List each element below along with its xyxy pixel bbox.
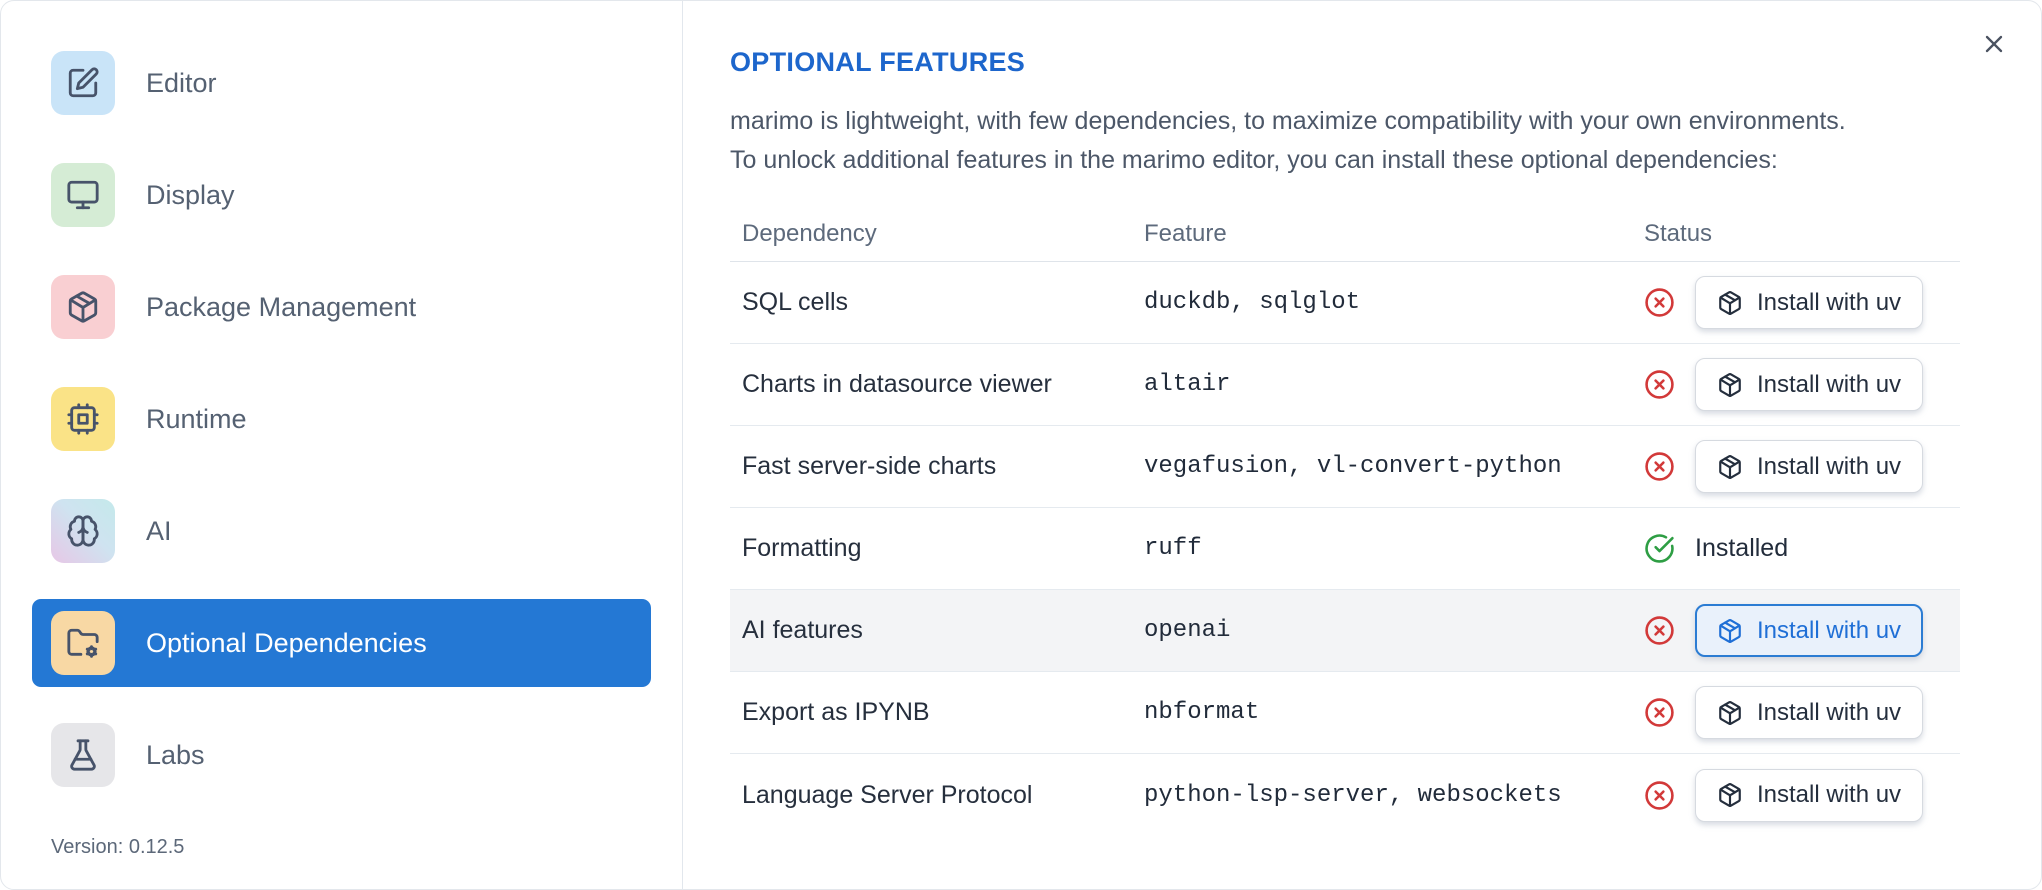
features-table-body: SQL cells duckdb, sqlglot Install with uv C… [730,262,1960,836]
feature-cell: openai [1144,617,1231,644]
table-row-sql-cells: SQL cells duckdb, sqlglot Install with uv [730,262,1960,344]
status-cell: Installed [1644,533,1960,564]
circle-x-icon [1644,369,1675,400]
status-cell: Install with uv [1644,768,1960,822]
brain-icon [51,499,115,563]
optional-features-panel: OPTIONAL FEATURES marimo is lightweight,… [683,1,2041,889]
sidebar-item-labs[interactable]: Labs [32,711,651,799]
sidebar-item-label: Display [146,179,235,210]
feature-cell: python-lsp-server, websockets [1144,781,1562,809]
package-icon [1717,782,1743,808]
package-icon [1717,454,1743,480]
table-row-formatting: Formatting ruff Installed [730,508,1960,590]
install-with-uv-button[interactable]: Install with uv [1695,440,1924,493]
sidebar-item-display[interactable]: Display [32,151,651,239]
column-header-status: Status [1644,219,1713,247]
install-button-label: Install with uv [1757,781,1902,808]
install-with-uv-button[interactable]: Install with uv [1695,358,1924,411]
sidebar-item-optional-dependencies[interactable]: Optional Dependencies [32,599,651,687]
table-row-fast-server-side-charts: Fast server-side charts vegafusion, vl-co… [730,426,1960,508]
package-icon [1717,700,1743,726]
features-table-header: Dependency Feature Status [730,206,1960,262]
feature-cell: duckdb, sqlglot [1144,289,1361,316]
dependency-cell: Charts in datasource viewer [742,370,1052,398]
sidebar-item-label: Runtime [146,403,247,434]
sidebar-nav: Editor Display Package Management Runtime AI… [1,39,682,799]
dependency-cell: Language Server Protocol [742,780,1033,809]
install-button-label: Install with uv [1757,616,1902,644]
install-button-label: Install with uv [1757,288,1902,316]
dependency-cell: Fast server-side charts [742,452,997,480]
folder-cog-icon [51,611,115,675]
circle-x-icon [1644,780,1675,811]
circle-check-icon [1644,533,1675,564]
column-header-dependency: Dependency [742,219,877,247]
feature-cell: vegafusion, vl-convert-python [1144,453,1562,480]
version-label: Version: 0.12.5 [51,836,185,858]
package-icon [51,275,115,339]
square-pen-icon [51,51,115,115]
install-button-label: Install with uv [1757,698,1902,726]
sidebar-item-runtime[interactable]: Runtime [32,375,651,463]
status-cell: Install with uv [1644,440,1960,493]
circle-x-icon [1644,451,1675,482]
table-row-ai-features: AI features openai Install with uv [730,590,1960,672]
sidebar-item-label: Package Management [146,291,417,322]
package-icon [1717,372,1743,398]
dependency-cell: Formatting [742,534,862,562]
status-cell: Install with uv [1644,686,1960,739]
status-cell: Install with uv [1644,276,1960,329]
sidebar-item-label: AI [146,515,172,546]
feature-cell: nbformat [1144,699,1260,726]
circle-x-icon [1644,615,1675,646]
feature-cell: ruff [1144,535,1202,562]
circle-x-icon [1644,697,1675,728]
flask-icon [51,723,115,787]
column-header-feature: Feature [1144,219,1227,247]
install-with-uv-button[interactable]: Install with uv [1695,604,1924,657]
installed-label: Installed [1695,534,1789,562]
install-button-label: Install with uv [1757,370,1902,398]
sidebar-item-label: Editor [146,67,217,98]
table-row-export-as-ipynb: Export as IPYNB nbformat Install with uv [730,672,1960,754]
status-cell: Install with uv [1644,358,1960,411]
table-row-charts-in-datasource-viewer: Charts in datasource viewer altair Install… [730,344,1960,426]
sidebar-item-ai[interactable]: AI [32,487,651,575]
sidebar-item-label: Optional Dependencies [146,627,427,658]
install-with-uv-button[interactable]: Install with uv [1695,276,1924,329]
settings-sidebar: Editor Display Package Management Runtime AI… [1,1,683,889]
sidebar-item-label: Labs [146,739,205,770]
status-cell: Install with uv [1644,604,1960,657]
feature-cell: altair [1144,371,1231,398]
page-title: OPTIONAL FEATURES [730,47,1026,77]
table-row-language-server-protocol: Language Server Protocol python-lsp-serve… [730,754,1960,836]
dependency-cell: SQL cells [742,288,849,316]
description-line-1: marimo is lightweight, with few dependen… [730,107,1846,135]
install-with-uv-button[interactable]: Install with uv [1695,768,1924,822]
install-with-uv-button[interactable]: Install with uv [1695,686,1924,739]
monitor-icon [51,163,115,227]
package-icon [1717,618,1743,644]
sidebar-item-editor[interactable]: Editor [32,39,651,127]
description-line-2: To unlock additional features in the mar… [730,146,1778,174]
circle-x-icon [1644,287,1675,318]
dependency-cell: AI features [742,616,863,644]
close-icon[interactable] [1977,27,2011,61]
features-table: Dependency Feature Status SQL cells duckd… [730,206,1960,836]
cpu-icon [51,387,115,451]
install-button-label: Install with uv [1757,452,1902,480]
settings-dialog: Editor Display Package Management Runtime AI… [0,0,2042,890]
dependency-cell: Export as IPYNB [742,698,930,726]
package-icon [1717,290,1743,316]
description-text: marimo is lightweight, with few dependen… [730,102,1970,180]
sidebar-item-package-management[interactable]: Package Management [32,263,651,351]
